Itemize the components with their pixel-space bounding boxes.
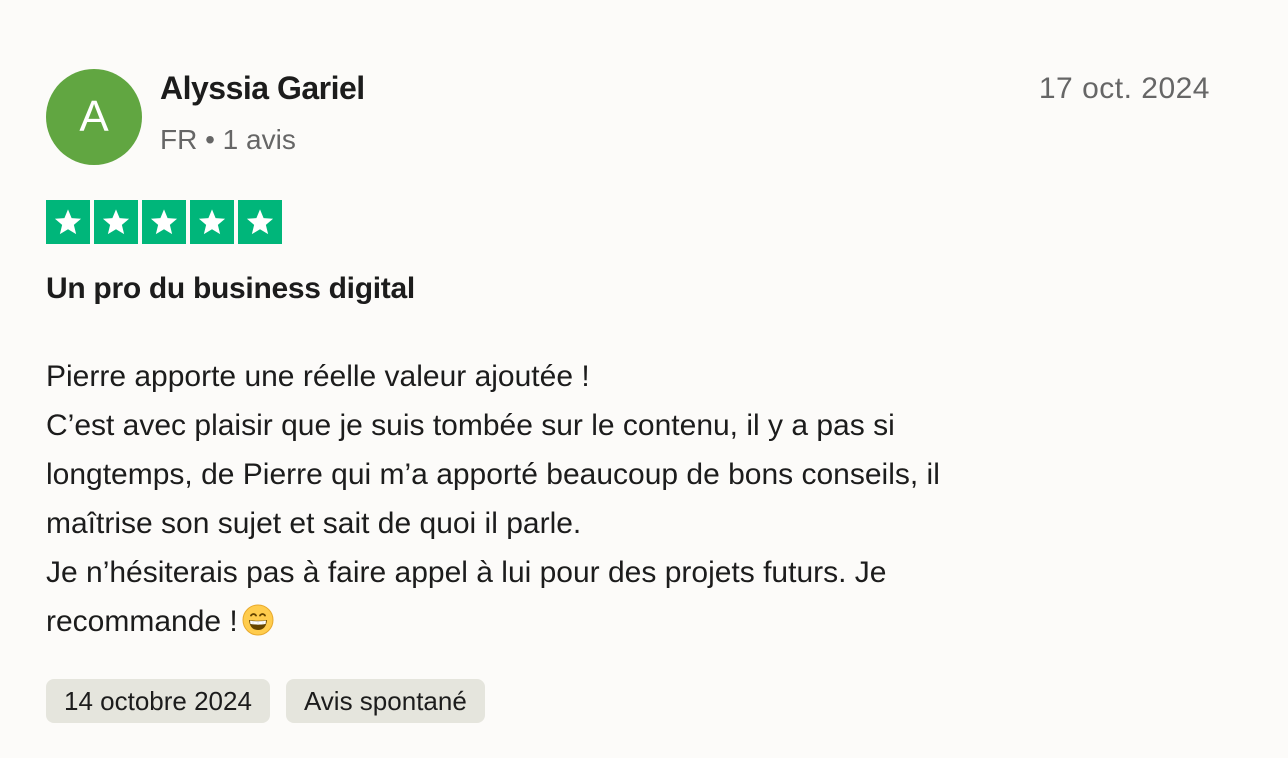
review-source-badge[interactable]: Avis spontané	[285, 679, 485, 723]
experience-date-badge: 14 octobre 2024	[46, 679, 270, 723]
review-tags: 14 octobre 2024 Avis spontané	[46, 679, 485, 723]
star-icon	[46, 200, 90, 244]
review-date: 17 oct. 2024	[1038, 72, 1210, 105]
review-body-last-line: recommande !	[46, 597, 1206, 646]
author-meta: FR • 1 avis	[160, 124, 296, 155]
review-body-line: Pierre apporte une réelle valeur ajoutée…	[46, 360, 590, 393]
star-rating	[46, 200, 282, 244]
review-card: A Alyssia Gariel FR • 1 avis 17 oct. 202…	[0, 0, 1288, 758]
star-icon	[190, 200, 234, 244]
avatar-initial: A	[79, 92, 109, 141]
star-icon	[238, 200, 282, 244]
author-name[interactable]: Alyssia Gariel	[160, 70, 365, 107]
review-body-line: longtemps, de Pierre qui m’a apporté bea…	[46, 458, 940, 491]
review-title[interactable]: Un pro du business digital	[46, 272, 415, 306]
review-body-line: C’est avec plaisir que je suis tombée su…	[46, 409, 895, 442]
review-body-line: maîtrise son sujet et sait de quoi il pa…	[46, 507, 582, 540]
review-body: Pierre apporte une réelle valeur ajoutée…	[46, 352, 1206, 646]
star-icon	[94, 200, 138, 244]
review-body-line: recommande !	[46, 605, 238, 638]
avatar[interactable]: A	[46, 69, 142, 165]
grinning-face-icon	[242, 604, 274, 636]
star-icon	[142, 200, 186, 244]
review-body-line: Je n’hésiterais pas à faire appel à lui …	[46, 556, 887, 589]
